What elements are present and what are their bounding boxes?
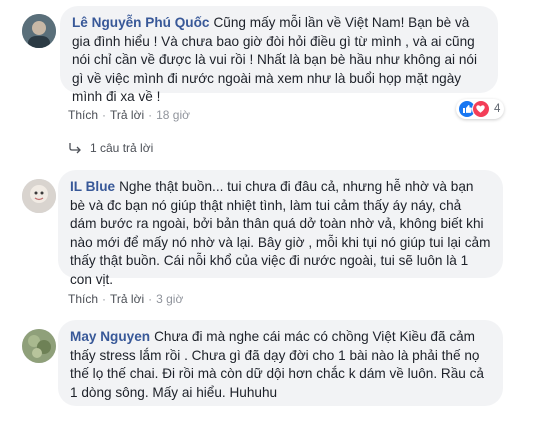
like-link[interactable]: Thích (68, 292, 98, 306)
reaction-count: 4 (494, 103, 501, 115)
comment-author[interactable]: Lê Nguyễn Phú Quốc (72, 15, 209, 30)
comment-actions: Thích · Trả lời · 3 giờ (68, 292, 183, 306)
comment-actions: Thích · Trả lời · 18 giờ (68, 108, 190, 122)
timestamp[interactable]: 3 giờ (156, 292, 183, 306)
avatar[interactable] (22, 14, 56, 48)
reply-arrow-icon (69, 143, 81, 154)
reply-link[interactable]: Trả lời (110, 292, 144, 306)
separator-dot: · (148, 292, 153, 306)
comment-bubble: May Nguyen Chưa đi mà nghe cái mác có chồ… (58, 320, 503, 406)
separator-dot: · (148, 108, 153, 122)
comment-author[interactable]: May Nguyen (70, 329, 150, 344)
replies-label: 1 câu trả lời (90, 141, 154, 155)
timestamp[interactable]: 18 giờ (156, 108, 190, 122)
love-icon (472, 100, 490, 118)
reply-link[interactable]: Trả lời (110, 108, 144, 122)
avatar[interactable] (22, 329, 56, 363)
comment-bubble: Lê Nguyễn Phú Quốc Cũng mấy mỗi lần về Vi… (60, 6, 498, 104)
separator-dot: · (102, 108, 107, 122)
like-link[interactable]: Thích (68, 108, 98, 122)
comment-text: Nghe thật buồn... tui chưa đi đâu cả, nh… (70, 179, 491, 287)
reactions-summary[interactable]: 4 (456, 99, 505, 119)
comment-author[interactable]: IL Blue (70, 179, 115, 194)
avatar[interactable] (22, 179, 56, 213)
view-replies-link[interactable]: 1 câu trả lời (68, 141, 153, 155)
comment-bubble: IL Blue Nghe thật buồn... tui chưa đi đâu… (58, 170, 503, 287)
separator-dot: · (102, 292, 107, 306)
